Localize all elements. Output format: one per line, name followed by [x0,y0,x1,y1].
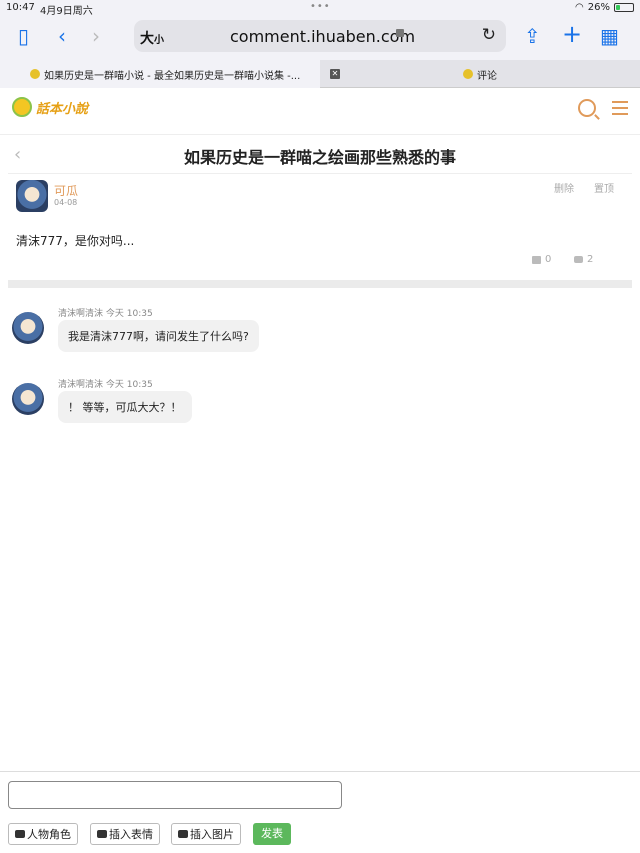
favicon-icon [463,69,473,79]
post-date: 04-08 [54,198,78,207]
pin-button[interactable]: 置顶 [594,180,614,195]
text-size-button[interactable]: 大小 [140,28,164,48]
title-bar: ‹ 如果历史是一群喵之绘画那些熟悉的事 [8,136,632,174]
favicon-icon [30,69,40,79]
lock-icon [396,29,404,37]
reply-count: 2 [587,254,594,265]
character-button[interactable]: 人物角色 [8,823,78,845]
comment-composer: 人物角色 插入表情 插入图片 发表 [0,771,640,853]
post-content: 清沫777，是你对吗... [16,234,135,248]
search-icon[interactable] [578,99,596,117]
comment-user[interactable]: 清沫啊清沫 [58,309,103,319]
thumbs-up-icon [532,255,541,264]
comment-time: 今天 10:35 [105,380,153,390]
tab-label: 评论 [477,70,497,82]
tab-novel[interactable]: 如果历史是一群喵小说 - 最全如果历史是一群喵小说集 -... [0,60,320,88]
menu-icon[interactable] [612,101,628,119]
share-icon[interactable]: ⇪ [524,24,541,48]
avatar[interactable] [12,383,44,415]
comment-user[interactable]: 清沫啊清沫 [58,380,103,390]
forward-icon[interactable]: › [92,24,100,48]
page-title: 如果历史是一群喵之绘画那些熟悉的事 [183,148,456,167]
cat-icon [97,830,107,838]
multitask-dots-icon[interactable]: ••• [310,1,331,12]
emoji-button[interactable]: 插入表情 [90,823,160,845]
logo-icon [12,97,32,117]
text-size-small-label: 小 [154,35,164,46]
tab-label: 如果历史是一群喵小说 - 最全如果历史是一群喵小说集 -... [44,70,301,82]
site-logo[interactable]: 話本小說 [12,97,88,117]
image-label: 插入图片 [190,828,234,841]
like-count: 0 [545,254,552,265]
address-bar[interactable]: 大小 comment.ihuaben.com ↻ [134,20,506,52]
comment-icon [574,256,583,263]
avatar[interactable] [12,312,44,344]
tab-comments[interactable]: 评论 [320,60,640,88]
chat-icon [15,830,25,838]
section-divider [8,280,632,288]
emoji-label: 插入表情 [109,828,153,841]
avatar[interactable] [16,180,48,212]
battery-icon [614,3,634,12]
send-button[interactable]: 发表 [253,823,291,845]
wifi-icon: ◠ [575,2,584,13]
reply-button[interactable]: 2 [574,254,593,265]
image-button[interactable]: 插入图片 [171,823,241,845]
post-author[interactable]: 可瓜 [54,182,78,199]
site-header: 話本小說 [0,89,640,135]
reload-icon[interactable]: ↻ [482,25,496,45]
like-button[interactable]: 0 [532,254,551,265]
status-bar: 10:47 4月9日周六 ••• ◠ 26% [0,0,640,17]
status-right: ◠ 26% [575,2,634,13]
browser-toolbar: ▯ ‹ › 大小 comment.ihuaben.com ↻ ⇪ + ▦ [0,16,640,60]
tab-bar: 如果历史是一群喵小说 - 最全如果历史是一群喵小说集 -... ✕ 评论 [0,60,640,88]
battery-percent: 26% [587,2,610,13]
character-label: 人物角色 [27,828,71,841]
comment-input[interactable] [8,781,342,809]
comment-meta: 清沫啊清沫 今天 10:35 [58,306,153,319]
url-text[interactable]: comment.ihuaben.com [230,27,415,46]
back-icon[interactable]: ‹ [58,24,66,48]
status-time: 10:47 [6,2,35,13]
comment-bubble: 我是清沫777啊，请问发生了什么吗? [58,320,259,352]
logo-text: 話本小說 [36,101,89,117]
comment-bubble: ！ 等等，可瓜大大？！ [58,391,192,423]
comment-time: 今天 10:35 [105,309,153,319]
delete-button[interactable]: 删除 [554,180,574,195]
sidebar-icon[interactable]: ▯ [18,24,29,48]
new-tab-icon[interactable]: + [562,20,582,48]
tab-overview-icon[interactable]: ▦ [600,24,619,48]
text-size-large-label: 大 [140,31,154,47]
status-date: 4月9日周六 [40,6,93,17]
image-icon [178,830,188,838]
battery-fill [616,5,620,10]
comment-meta: 清沫啊清沫 今天 10:35 [58,377,153,390]
